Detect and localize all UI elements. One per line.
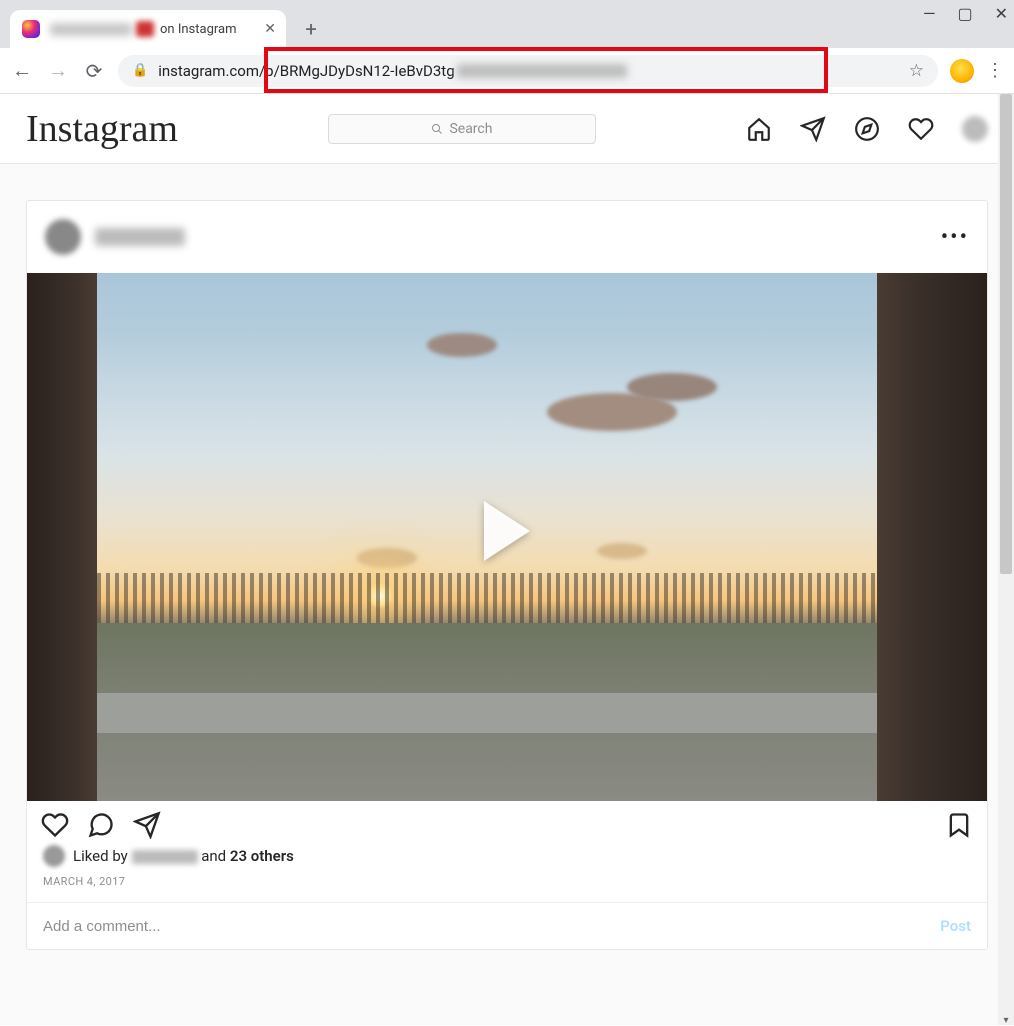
send-icon[interactable]	[800, 116, 826, 142]
header-nav	[746, 116, 988, 142]
instagram-logo[interactable]: Instagram	[26, 107, 178, 151]
media-decor	[427, 333, 497, 357]
comment-button-icon[interactable]	[87, 811, 115, 839]
likes-row: Liked by and 23 others	[27, 845, 987, 873]
post-comment-button[interactable]: Post	[940, 917, 971, 935]
new-tab-button[interactable]: +	[296, 14, 326, 44]
instagram-header: Instagram Search	[0, 94, 1014, 164]
url-blurred-tail	[457, 64, 627, 78]
share-button-send-icon[interactable]	[133, 811, 161, 839]
window-maximize-button[interactable]: ▢	[957, 4, 972, 23]
media-decor	[597, 543, 647, 559]
post-more-button[interactable]: •••	[941, 225, 969, 250]
window-minimize-button[interactable]: —	[923, 4, 936, 23]
media-decor	[357, 548, 417, 568]
media-decor	[877, 273, 987, 801]
like-button-heart-icon[interactable]	[41, 811, 69, 839]
comment-input[interactable]	[43, 918, 940, 935]
address-bar[interactable]: 🔒 instagram.com/p/BRMgJDyDsN12-IeBvD3tg …	[118, 55, 938, 87]
tab-close-icon[interactable]: ✕	[256, 21, 276, 37]
instagram-favicon-icon	[22, 20, 40, 38]
browser-tabbar: on Instagram ✕ + — ▢ ✕	[0, 0, 1014, 48]
post-header: •••	[27, 201, 987, 273]
heart-icon[interactable]	[908, 116, 934, 142]
post-card: ••• Liked by	[26, 200, 988, 950]
search-placeholder: Search	[449, 121, 492, 137]
browser-toolbar: ← → ⟳ 🔒 instagram.com/p/BRMgJDyDsN12-IeB…	[0, 48, 1014, 94]
scroll-down-arrow-icon[interactable]: ▾	[998, 1015, 1014, 1026]
scrollbar-thumb[interactable]	[1000, 94, 1012, 574]
post-media-video[interactable]	[27, 273, 987, 801]
liker-avatar[interactable]	[43, 845, 65, 867]
tab-title-suffix: on Instagram	[160, 22, 237, 37]
media-decor	[27, 273, 97, 801]
media-decor	[97, 693, 877, 733]
post-date: MARCH 4, 2017	[27, 873, 987, 902]
likes-others[interactable]: 23 others	[230, 847, 294, 865]
extension-icon[interactable]	[950, 59, 974, 83]
home-icon[interactable]	[746, 116, 772, 142]
window-controls: — ▢ ✕	[923, 4, 1008, 23]
content-area: ••• Liked by	[0, 164, 1014, 1025]
post-actions	[27, 801, 987, 845]
comment-row: Post	[27, 902, 987, 949]
window-close-button[interactable]: ✕	[995, 4, 1008, 23]
tab-title-blurred	[50, 23, 132, 36]
header-avatar[interactable]	[962, 116, 988, 142]
browser-menu-button[interactable]: ⋮	[986, 60, 1004, 81]
explore-icon[interactable]	[854, 116, 880, 142]
likes-and: and	[201, 847, 226, 865]
lock-icon: 🔒	[132, 63, 148, 78]
nav-reload-button[interactable]: ⟳	[82, 59, 106, 83]
bookmark-star-icon[interactable]: ☆	[909, 61, 924, 81]
save-button-bookmark-icon[interactable]	[945, 811, 973, 839]
likes-prefix: Liked by	[73, 847, 128, 865]
search-input[interactable]: Search	[328, 114, 596, 144]
url-text: instagram.com/p/BRMgJDyDsN12-IeBvD3tg	[158, 62, 454, 80]
browser-tab[interactable]: on Instagram ✕	[10, 10, 286, 48]
liker-name-blurred[interactable]	[132, 850, 198, 864]
nav-forward-button[interactable]: →	[46, 58, 70, 83]
nav-back-button[interactable]: ←	[10, 58, 34, 83]
post-author-name-blurred[interactable]	[95, 228, 185, 246]
tab-title-blurred-badge	[136, 21, 154, 37]
play-icon[interactable]	[484, 501, 530, 561]
search-icon	[431, 123, 443, 135]
vertical-scrollbar[interactable]: ▴ ▾	[998, 94, 1014, 1025]
post-author-avatar[interactable]	[45, 219, 81, 255]
media-decor	[627, 373, 717, 401]
